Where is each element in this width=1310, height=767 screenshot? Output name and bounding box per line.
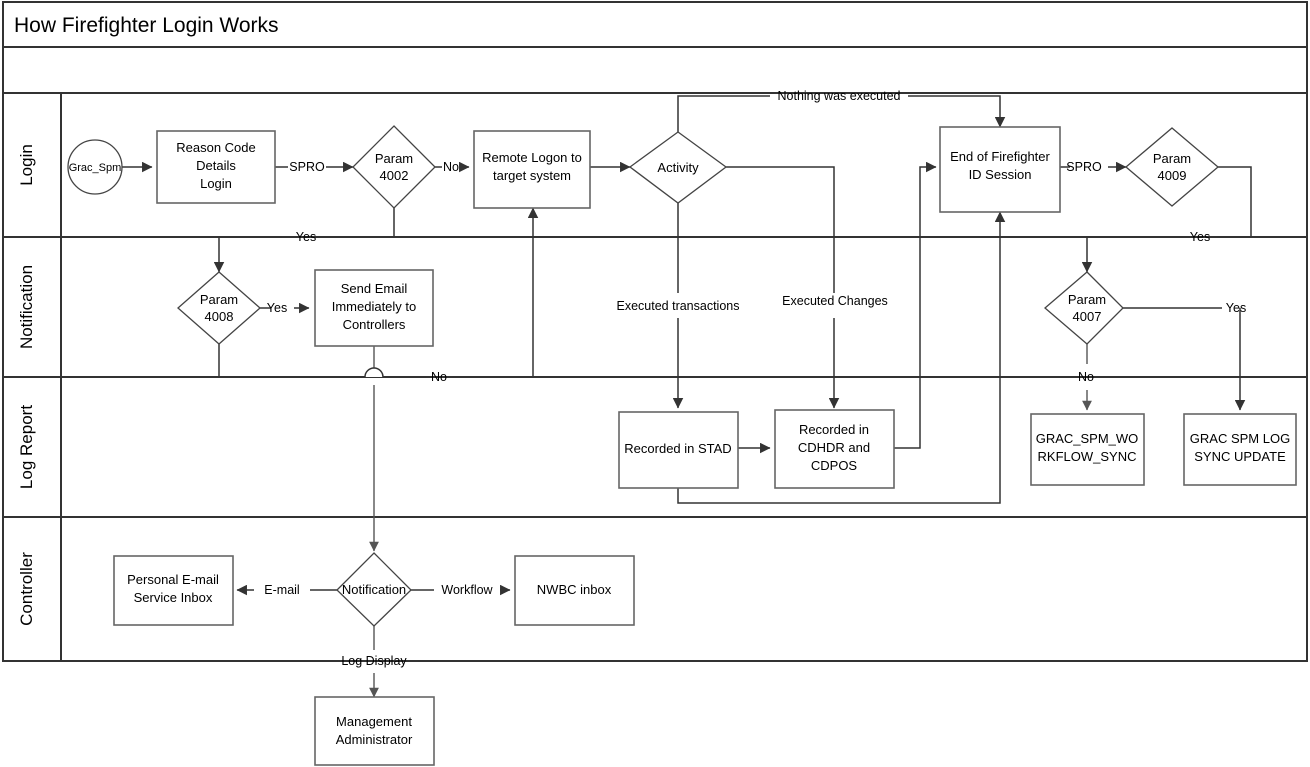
- line-hop-arc: [364, 367, 384, 378]
- node-param-4009-line2: 4009: [1158, 168, 1187, 183]
- edge-yes-to-param4008: [213, 236, 282, 273]
- flowchart-svg: How Firefighter Login Works Login Notifi…: [2, 1, 1308, 766]
- node-param-4009-line1: Param: [1153, 151, 1191, 166]
- node-notification-decision[interactable]: Notification: [336, 552, 412, 627]
- node-activity-label: Activity: [657, 160, 699, 175]
- edge-label-workflow: Workflow: [441, 583, 493, 597]
- edge-label-yes-4008: Yes: [267, 301, 287, 315]
- edge-nothing-to-endff: [908, 95, 1006, 128]
- edge-label-spro-1: SPRO: [289, 160, 325, 174]
- node-send-email-line3: Controllers: [343, 317, 406, 332]
- edge-param4008-no-right-a: [218, 344, 426, 378]
- node-end-of-firefighter-id-session[interactable]: End of Firefighter ID Session: [939, 126, 1061, 213]
- node-grac-spm-log-sync-update[interactable]: GRAC SPM LOG SYNC UPDATE: [1183, 413, 1297, 486]
- edge-label-executed-transactions: Executed transactions: [617, 299, 740, 313]
- node-recorded-cdhdr-line3: CDPOS: [811, 458, 858, 473]
- node-personal-email-line1: Personal E-mail: [127, 572, 219, 587]
- edge-label-email: E-mail: [264, 583, 299, 597]
- edge-label-no-4008: No: [431, 370, 447, 384]
- node-end-ff-line2: ID Session: [969, 167, 1032, 182]
- edge-yes-to-param4007: [1081, 236, 1183, 273]
- node-nwbc-label: NWBC inbox: [537, 582, 612, 597]
- node-grac-spm-workflow-sync[interactable]: GRAC_SPM_WO RKFLOW_SYNC: [1030, 413, 1145, 486]
- node-remote-logon[interactable]: Remote Logon to target system: [473, 130, 591, 209]
- node-reason-code-line3: Login: [200, 176, 232, 191]
- node-mgmt-admin-line1: Management: [336, 714, 412, 729]
- node-remote-logon-line1: Remote Logon to: [482, 150, 582, 165]
- node-send-email-line1: Send Email: [341, 281, 408, 296]
- node-param-4008-line1: Param: [200, 292, 238, 307]
- node-end-ff-line1: End of Firefighter: [950, 149, 1050, 164]
- node-param-4007-line1: Param: [1068, 292, 1106, 307]
- edge-label-no-4007: No: [1078, 370, 1094, 384]
- edge-label-yes-4007: Yes: [1226, 301, 1246, 315]
- node-send-email-line2: Immediately to: [332, 299, 417, 314]
- edge-label-nothing-was-executed: Nothing was executed: [778, 89, 901, 103]
- node-param-4002-line2: 4002: [380, 168, 409, 183]
- edge-label-log-display: Log Display: [341, 654, 407, 668]
- edge-cdhdr-to-endff: [894, 161, 937, 449]
- lane-label-controller: Controller: [17, 552, 36, 626]
- node-param-4009[interactable]: Param 4009: [1124, 127, 1220, 207]
- node-recorded-stad-line1: Recorded in STAD: [624, 441, 731, 456]
- edge-activity-right-a: [726, 166, 835, 293]
- node-param-4008[interactable]: Param 4008: [177, 271, 261, 345]
- edge-label-no-4002: No: [443, 160, 459, 174]
- node-wfsync-line1: GRAC_SPM_WO: [1036, 431, 1139, 446]
- node-param-4008-line2: 4008: [205, 309, 234, 324]
- node-mgmt-admin-line2: Administrator: [336, 732, 413, 747]
- edge-label-executed-changes: Executed Changes: [782, 294, 888, 308]
- edge-label-yes-4009: Yes: [1190, 230, 1210, 244]
- node-reason-code-line2: Details: [196, 158, 236, 173]
- lane-label-logreport: Log Report: [17, 405, 36, 489]
- edge-param4009-yes-right: [1218, 166, 1252, 237]
- node-management-administrator[interactable]: Management Administrator: [314, 696, 435, 766]
- node-activity[interactable]: Activity: [628, 131, 728, 204]
- node-reason-code-details-login[interactable]: Reason Code Details Login: [156, 130, 276, 204]
- flowchart-canvas: How Firefighter Login Works Login Notifi…: [0, 0, 1310, 767]
- node-logsync-line2: SYNC UPDATE: [1194, 449, 1286, 464]
- edge-label-spro-2: SPRO: [1066, 160, 1102, 174]
- edge-activity-nothing-left: [677, 95, 770, 132]
- node-reason-code-line1: Reason Code: [176, 140, 256, 155]
- node-personal-email-service-inbox[interactable]: Personal E-mail Service Inbox: [113, 555, 234, 626]
- node-notification-label: Notification: [342, 582, 406, 597]
- node-personal-email-line2: Service Inbox: [134, 590, 213, 605]
- node-grac-spm-label: Grac_Spm: [69, 162, 122, 174]
- node-recorded-in-stad[interactable]: Recorded in STAD: [618, 411, 739, 489]
- edge-no-to-remotelogon-bottom: [452, 207, 539, 378]
- node-wfsync-line2: RKFLOW_SYNC: [1038, 449, 1137, 464]
- node-remote-logon-line2: target system: [493, 168, 571, 183]
- node-recorded-cdhdr-line1: Recorded in: [799, 422, 869, 437]
- node-nwbc-inbox[interactable]: NWBC inbox: [514, 555, 635, 626]
- edge-label-yes-4002: Yes: [296, 230, 316, 244]
- header-band: [2, 46, 1308, 94]
- lane-label-login: Login: [17, 144, 36, 186]
- lane-label-notification: Notification: [17, 265, 36, 349]
- node-recorded-cdhdr-line2: CDHDR and: [798, 440, 870, 455]
- node-send-email-immediately[interactable]: Send Email Immediately to Controllers: [314, 269, 434, 347]
- node-grac-spm[interactable]: Grac_Spm: [67, 139, 123, 195]
- node-param-4007[interactable]: Param 4007: [1044, 271, 1124, 345]
- node-param-4007-line2: 4007: [1073, 309, 1102, 324]
- page-title: How Firefighter Login Works: [14, 14, 279, 37]
- node-recorded-in-cdhdr-cdpos[interactable]: Recorded in CDHDR and CDPOS: [774, 409, 895, 489]
- node-param-4002[interactable]: Param 4002: [352, 125, 436, 209]
- node-param-4002-line1: Param: [375, 151, 413, 166]
- node-logsync-line1: GRAC SPM LOG: [1190, 431, 1290, 446]
